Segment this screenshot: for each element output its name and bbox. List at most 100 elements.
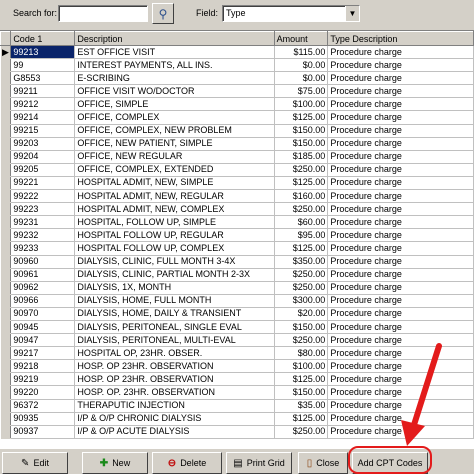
cell-description[interactable]: DIALYSIS, HOME, FULL MONTH [74,294,275,308]
table-row[interactable]: 99222 HOSPITAL ADMIT, NEW, REGULAR $160.00… [0,189,474,204]
cell-code[interactable]: 99219 [10,372,76,387]
cell-description[interactable]: OFFICE, COMPLEX, EXTENDED [74,163,275,177]
cell-amount[interactable]: $95.00 [274,228,329,243]
column-header-description[interactable]: Description [74,31,275,46]
cell-type-description[interactable]: Procedure charge [327,268,474,282]
close-button[interactable]: ▯ Close [298,452,348,474]
cell-type-description[interactable]: Procedure charge [327,150,474,164]
table-row[interactable]: 99204 OFFICE, NEW REGULAR $185.00 Procedure… [0,150,474,164]
cell-amount[interactable]: $80.00 [274,346,329,361]
table-row[interactable]: G8553 E-SCRIBING $0.00 Procedure charge [0,71,474,86]
cell-description[interactable]: OFFICE, COMPLEX, NEW PROBLEM [74,124,275,138]
cell-amount[interactable]: $60.00 [274,215,329,230]
table-row[interactable]: 99203 OFFICE, NEW PATIENT, SIMPLE $150.00 P… [0,137,474,151]
cell-code[interactable]: 99223 [10,202,76,217]
cell-code[interactable]: 99231 [10,215,76,230]
cell-description[interactable]: HOSP. OP 23HR. OBSERVATION [74,372,275,387]
table-row[interactable]: 99223 HOSPITAL ADMIT, NEW, COMPLEX $250.00… [0,202,474,217]
edit-button[interactable]: ✎ Edit [2,452,68,474]
cell-description[interactable]: DIALYSIS, PERITONEAL, SINGLE EVAL [74,320,275,335]
table-row[interactable]: 99214 OFFICE, COMPLEX $125.00 Procedure cha… [0,110,474,125]
table-row[interactable]: 90962 DIALYSIS, 1X, MONTH $250.00 Procedure… [0,281,474,295]
cell-description[interactable]: HOSP. OP 23HR. OBSERVATION [74,359,275,374]
table-row[interactable]: 99215 OFFICE, COMPLEX, NEW PROBLEM $150.00… [0,124,474,138]
cell-amount[interactable]: $150.00 [274,124,329,138]
cell-code[interactable]: 99205 [10,163,76,177]
cell-amount[interactable]: $300.00 [274,294,329,308]
table-row[interactable]: ▶ 99213 EST OFFICE VISIT $115.00 Procedure c… [0,45,474,60]
cell-description[interactable]: HOSPITAL FOLLOW UP, REGULAR [74,228,275,243]
cell-code[interactable]: G8553 [10,71,76,86]
cell-description[interactable]: DIALYSIS, CLINIC, FULL MONTH 3-4X [74,255,275,269]
cell-description[interactable]: INTEREST PAYMENTS, ALL INS. [74,58,275,73]
cell-description[interactable]: OFFICE, SIMPLE [74,97,275,112]
cell-code[interactable]: 99221 [10,176,76,191]
cell-description[interactable]: OFFICE, NEW REGULAR [74,150,275,164]
cell-type-description[interactable]: Procedure charge [327,202,474,217]
cell-code[interactable]: 99215 [10,124,76,138]
cell-code[interactable]: 90935 [10,412,76,426]
cell-description[interactable]: DIALYSIS, 1X, MONTH [74,281,275,295]
cell-description[interactable]: DIALYSIS, PERITONEAL, MULTI-EVAL [74,333,275,348]
search-input[interactable] [58,5,148,22]
table-row[interactable]: 99212 OFFICE, SIMPLE $100.00 Procedure char… [0,97,474,112]
cell-code[interactable]: 99 [10,58,76,73]
cell-amount[interactable]: $150.00 [274,137,329,151]
cell-type-description[interactable]: Procedure charge [327,58,474,73]
column-header-amount[interactable]: Amount [273,31,329,46]
column-header-code[interactable]: Code 1 [10,31,76,46]
cell-amount[interactable]: $125.00 [274,372,329,387]
cell-type-description[interactable]: Procedure charge [327,241,474,256]
cell-amount[interactable]: $350.00 [274,255,329,269]
cell-description[interactable]: DIALYSIS, CLINIC, PARTIAL MONTH 2-3X [74,268,275,282]
cell-amount[interactable]: $160.00 [274,189,329,204]
table-row[interactable]: 90960 DIALYSIS, CLINIC, FULL MONTH 3-4X $3… [0,255,474,269]
cell-description[interactable]: DIALYSIS, HOME, DAILY & TRANSIENT [74,307,275,321]
cell-code[interactable]: 90970 [10,307,76,321]
cell-description[interactable]: E-SCRIBING [74,71,275,86]
cell-code[interactable]: 99214 [10,110,76,125]
table-row[interactable]: 99 INTEREST PAYMENTS, ALL INS. $0.00 Proced… [0,58,474,73]
cell-code[interactable]: 99233 [10,241,76,256]
table-row[interactable]: 99211 OFFICE VISIT WO/DOCTOR $75.00 Procedu… [0,84,474,99]
cell-type-description[interactable]: Procedure charge [327,84,474,99]
cell-code[interactable]: 99218 [10,359,76,374]
cell-amount[interactable]: $250.00 [274,202,329,217]
cell-type-description[interactable]: Procedure charge [327,124,474,138]
cell-description[interactable]: HOSPITAL FOLLOW UP, COMPLEX [74,241,275,256]
table-row[interactable]: 99205 OFFICE, COMPLEX, EXTENDED $250.00 Pro… [0,163,474,177]
cell-amount[interactable]: $20.00 [274,307,329,321]
cell-code[interactable]: 90962 [10,281,76,295]
cell-amount[interactable]: $250.00 [274,268,329,282]
cell-type-description[interactable]: Procedure charge [327,45,474,60]
cell-description[interactable]: HOSPITAL ADMIT, NEW, REGULAR [74,189,275,204]
delete-button[interactable]: ⊖ Delete [152,452,222,474]
cell-type-description[interactable]: Procedure charge [327,163,474,177]
cell-code[interactable]: 99203 [10,137,76,151]
cell-code[interactable]: 99222 [10,189,76,204]
cell-amount[interactable]: $150.00 [274,320,329,335]
cell-code[interactable]: 90961 [10,268,76,282]
cell-code[interactable]: 90966 [10,294,76,308]
cell-description[interactable]: I/P & O/P ACUTE DIALYSIS [74,425,275,439]
cell-code[interactable]: 99232 [10,228,76,243]
table-row[interactable]: 90961 DIALYSIS, CLINIC, PARTIAL MONTH 2-3… [0,268,474,282]
cell-amount[interactable]: $125.00 [274,176,329,191]
cell-code[interactable]: 99212 [10,97,76,112]
cell-amount[interactable]: $100.00 [274,359,329,374]
cell-amount[interactable]: $75.00 [274,84,329,99]
cell-type-description[interactable]: Procedure charge [327,255,474,269]
cell-amount[interactable]: $0.00 [274,71,329,86]
cell-amount[interactable]: $125.00 [274,412,329,426]
cell-description[interactable]: HOSP. OP. 23HR. OBSERVATION [74,385,275,400]
dropdown-arrow-icon[interactable]: ▼ [345,6,359,21]
cell-type-description[interactable]: Procedure charge [327,189,474,204]
cell-type-description[interactable]: Procedure charge [327,320,474,335]
cell-description[interactable]: OFFICE, NEW PATIENT, SIMPLE [74,137,275,151]
cell-amount[interactable]: $125.00 [274,110,329,125]
cell-type-description[interactable]: Procedure charge [327,176,474,191]
cell-description[interactable]: I/P & O/P CHRONIC DIALYSIS [74,412,275,426]
table-row[interactable]: 99232 HOSPITAL FOLLOW UP, REGULAR $95.00 Pr… [0,228,474,243]
cell-amount[interactable]: $250.00 [274,333,329,348]
cell-code[interactable]: 99220 [10,385,76,400]
